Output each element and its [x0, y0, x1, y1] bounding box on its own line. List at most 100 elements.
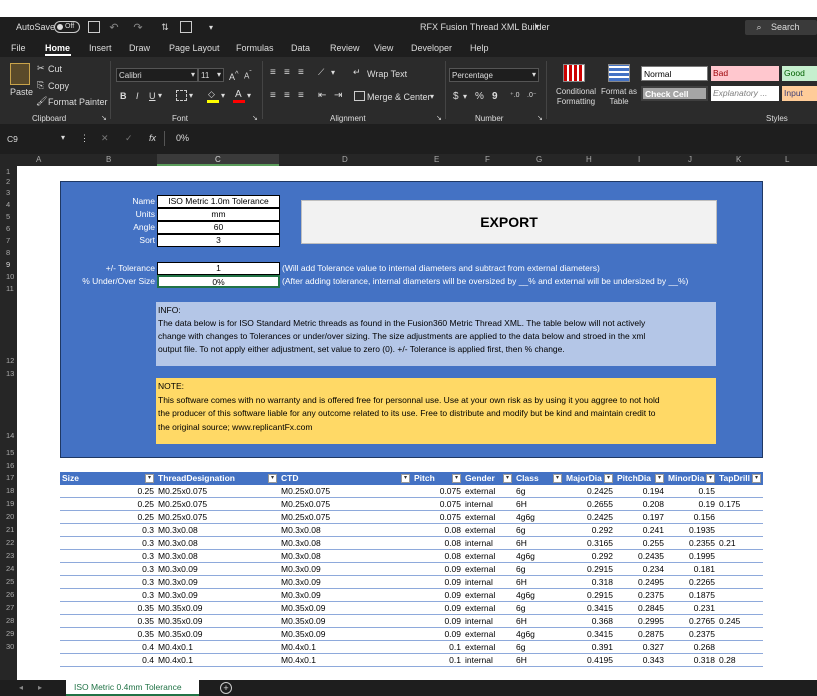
title-dropdown-icon[interactable]: ▾: [535, 22, 539, 31]
table-cell[interactable]: 0.28: [719, 654, 736, 667]
table-cell[interactable]: 0.19: [698, 498, 715, 511]
table-cell[interactable]: 6g: [516, 485, 525, 498]
filter-dropdown-icon[interactable]: ▾: [752, 474, 761, 483]
wrap-text-icon[interactable]: ↵: [353, 67, 361, 78]
table-cell[interactable]: 6H: [516, 576, 527, 589]
table-cell[interactable]: M0.4x0.1: [158, 641, 193, 654]
table-cell[interactable]: 0.35: [137, 628, 154, 641]
tab-draw[interactable]: Draw: [129, 43, 150, 53]
row-header[interactable]: 26: [6, 590, 14, 599]
table-cell[interactable]: 0.368: [592, 615, 613, 628]
table-cell[interactable]: 0.3: [142, 524, 154, 537]
table-cell[interactable]: M0.4x0.1: [158, 654, 193, 667]
col-h[interactable]: H: [586, 155, 592, 164]
table-cell[interactable]: 0.21: [719, 537, 736, 550]
table-cell[interactable]: 0.2875: [638, 628, 664, 641]
table-cell[interactable]: 4g6g: [516, 628, 535, 641]
formula-input[interactable]: 0%: [176, 133, 189, 143]
table-cell[interactable]: 0.2995: [638, 615, 664, 628]
table-cell[interactable]: 0.2765: [689, 615, 715, 628]
paste-button[interactable]: Paste: [10, 87, 33, 97]
filter-dropdown-icon[interactable]: ▾: [452, 474, 461, 483]
table-cell[interactable]: external: [465, 563, 495, 576]
table-cell[interactable]: M0.35x0.09: [281, 615, 325, 628]
setting-name-input[interactable]: ISO Metric 1.0m Tolerance: [157, 195, 280, 208]
col-d[interactable]: D: [342, 155, 348, 164]
table-cell[interactable]: 0.15: [698, 485, 715, 498]
table-cell[interactable]: 0.194: [643, 485, 664, 498]
table-cell[interactable]: M0.25x0.075: [281, 498, 330, 511]
table-cell[interactable]: 0.2355: [689, 537, 715, 550]
col-l[interactable]: L: [785, 155, 789, 164]
table-cell[interactable]: M0.3x0.08: [158, 550, 198, 563]
alignment-launcher-icon[interactable]: ↘: [436, 114, 442, 122]
table-cell[interactable]: M0.25x0.075: [158, 511, 207, 524]
table-cell[interactable]: M0.3x0.09: [281, 563, 321, 576]
table-cell[interactable]: 0.3: [142, 576, 154, 589]
clipboard-launcher-icon[interactable]: ↘: [101, 114, 107, 122]
cut-button[interactable]: Cut: [48, 64, 62, 74]
tolerance-input[interactable]: 1: [157, 262, 280, 275]
merge-dropdown-icon[interactable]: ▾: [430, 92, 434, 101]
table-cell[interactable]: external: [465, 524, 495, 537]
table-cell[interactable]: M0.3x0.09: [158, 563, 198, 576]
align-center-icon[interactable]: ≡: [284, 90, 290, 101]
table-cell[interactable]: 0.25: [137, 498, 154, 511]
redo-icon[interactable]: ↷: [131, 20, 145, 34]
table-cell[interactable]: 0.09: [444, 576, 461, 589]
table-cell[interactable]: 0.35: [137, 602, 154, 615]
align-top-icon[interactable]: ≡: [270, 67, 276, 78]
table-cell[interactable]: 0.4: [142, 641, 154, 654]
table-cell[interactable]: 0.08: [444, 537, 461, 550]
row-header[interactable]: 18: [6, 486, 14, 495]
font-size-select[interactable]: 11 ▾: [198, 68, 224, 82]
table-cell[interactable]: 0.09: [444, 563, 461, 576]
tab-insert[interactable]: Insert: [89, 43, 112, 53]
paste-icon[interactable]: [10, 63, 30, 85]
filter-dropdown-icon[interactable]: ▾: [268, 474, 277, 483]
table-cell[interactable]: 6g: [516, 524, 525, 537]
table-cell[interactable]: 0.2655: [587, 498, 613, 511]
table-cell[interactable]: M0.25x0.075: [158, 485, 207, 498]
table-cell[interactable]: 0.08: [444, 550, 461, 563]
row-header[interactable]: 25: [6, 577, 14, 586]
table-cell[interactable]: 0.1995: [689, 550, 715, 563]
table-cell[interactable]: 0.2845: [638, 602, 664, 615]
number-launcher-icon[interactable]: ↘: [537, 114, 543, 122]
underover-input[interactable]: 0%: [157, 275, 280, 288]
row-header[interactable]: 6: [6, 224, 10, 233]
table-cell[interactable]: M0.35x0.09: [281, 628, 325, 641]
table-cell[interactable]: 0.2915: [587, 589, 613, 602]
table-cell[interactable]: internal: [465, 498, 493, 511]
style-bad[interactable]: Bad: [711, 66, 779, 81]
row-header[interactable]: 24: [6, 564, 14, 573]
table-cell[interactable]: M0.3x0.08: [158, 524, 198, 537]
row-header[interactable]: 20: [6, 512, 14, 521]
table-cell[interactable]: 4g6g: [516, 550, 535, 563]
table-cell[interactable]: 0.181: [694, 563, 715, 576]
table-cell[interactable]: 0.245: [719, 615, 740, 628]
col-a[interactable]: A: [36, 155, 41, 164]
format-as-table-icon[interactable]: [608, 64, 630, 82]
table-cell[interactable]: 0.3415: [587, 602, 613, 615]
currency-dropdown-icon[interactable]: ▾: [463, 92, 467, 101]
font-name-select[interactable]: Calibri ▾: [116, 68, 198, 82]
orientation-dropdown-icon[interactable]: ▾: [331, 68, 335, 77]
table-cell[interactable]: 0.08: [444, 524, 461, 537]
filter-dropdown-icon[interactable]: ▾: [553, 474, 562, 483]
table-cell[interactable]: 6H: [516, 498, 527, 511]
row-header[interactable]: 13: [6, 369, 14, 378]
table-cell[interactable]: M0.3x0.08: [281, 537, 321, 550]
row-header[interactable]: 1: [6, 167, 10, 176]
fill-color-icon[interactable]: ◇: [207, 89, 219, 103]
row-header[interactable]: 30: [6, 642, 14, 651]
table-cell[interactable]: internal: [465, 576, 493, 589]
merge-center-button[interactable]: Merge & Center: [367, 92, 431, 102]
table-cell[interactable]: 0.25: [137, 511, 154, 524]
conditional-formatting-icon[interactable]: [563, 64, 585, 82]
export-button[interactable]: EXPORT: [301, 200, 717, 244]
table-cell[interactable]: 0.255: [643, 537, 664, 550]
table-cell[interactable]: 0.268: [694, 641, 715, 654]
search-box[interactable]: ⌕ Search: [745, 20, 817, 35]
customize-qat-icon[interactable]: ▾: [206, 20, 216, 34]
